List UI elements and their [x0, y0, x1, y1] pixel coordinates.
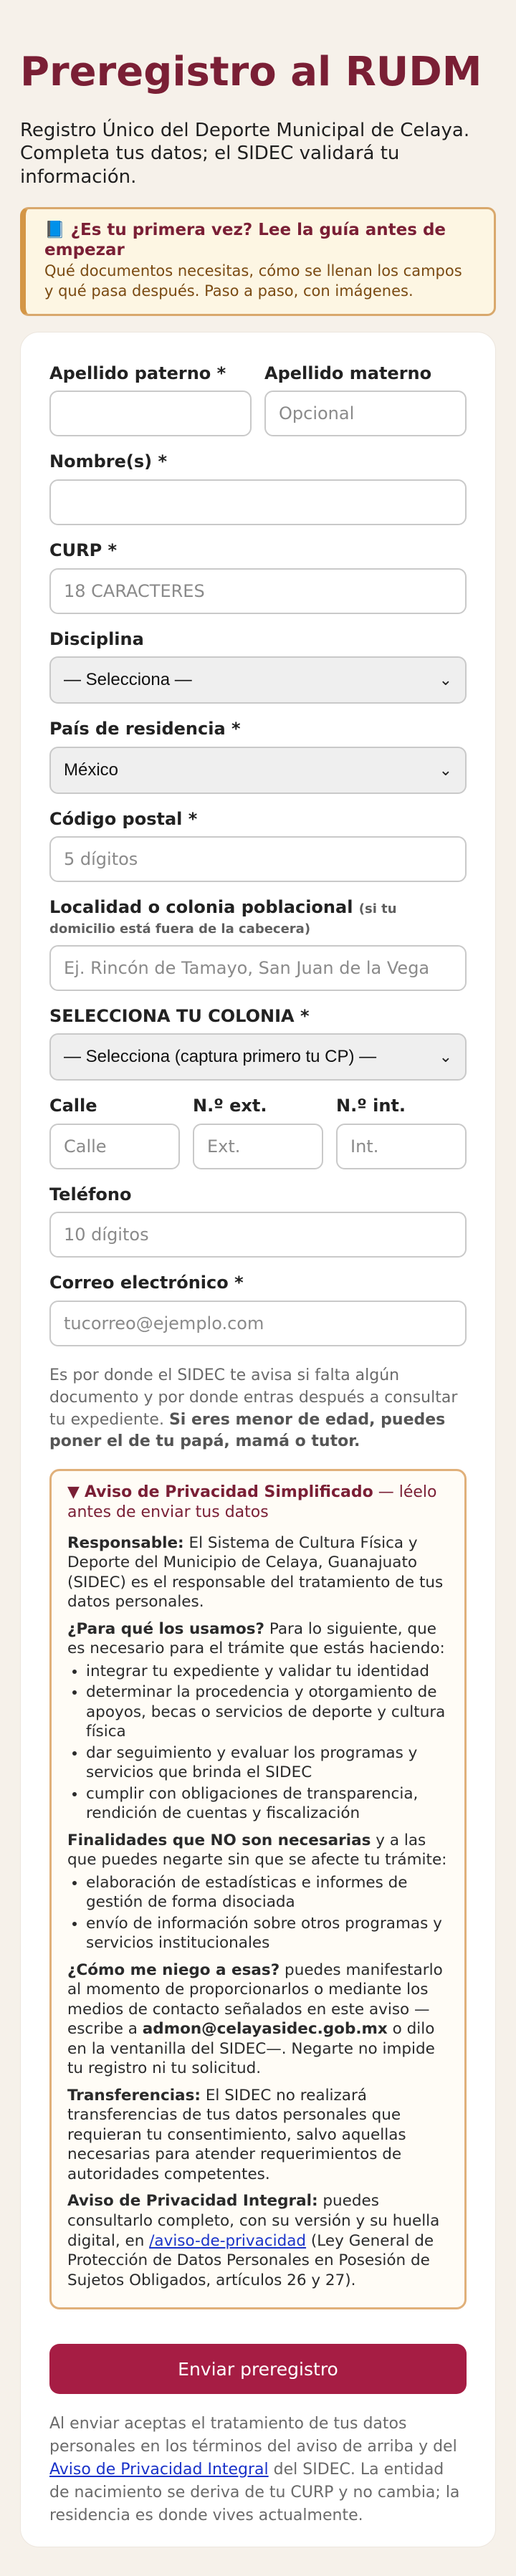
privacy-integral-footnote-link[interactable]: Aviso de Privacidad Integral	[49, 2461, 269, 2479]
colonia-select[interactable]: — Selecciona (captura primero tu CP) — ⌄	[49, 1033, 467, 1081]
list-item: dar seguimiento y evaluar los programas …	[86, 1743, 449, 1783]
privacy-transferencias: Transferencias: El SIDEC no realizará tr…	[67, 2086, 449, 2185]
list-item: elaboración de estadísticas e informes d…	[86, 1873, 449, 1912]
email-note: Es por donde el SIDEC te avisa si falta …	[49, 1365, 467, 1453]
ext-label: N.º ext.	[193, 1096, 267, 1116]
submit-button[interactable]: Enviar preregistro	[49, 2344, 467, 2395]
cp-label: Código postal *	[49, 808, 198, 829]
privacy-summary-toggle[interactable]: ▼ Aviso de Privacidad Simplificado — lée…	[67, 1483, 449, 1523]
apellido-materno-input[interactable]	[264, 391, 467, 437]
privacy-integral: Aviso de Privacidad Integral: puedes con…	[67, 2191, 449, 2290]
privacy-summary-title: Aviso de Privacidad Simplificado	[84, 1483, 373, 1502]
privacy-integral-link[interactable]: /aviso-de-privacidad	[149, 2232, 306, 2250]
chevron-down-icon: ⌄	[439, 671, 452, 689]
privacy-transferencias-label: Transferencias:	[67, 2086, 201, 2105]
privacy-negar-label: ¿Cómo me niego a esas?	[67, 1960, 280, 1979]
guide-link[interactable]: 📘 ¿Es tu primera vez? Lee la guía antes …	[20, 207, 496, 316]
apellido-materno-label: Apellido materno	[264, 363, 432, 383]
telefono-input[interactable]	[49, 1212, 467, 1258]
guide-text: Qué documentos necesitas, cómo se llenan…	[44, 262, 462, 300]
localidad-label-text: Localidad o colonia poblacional	[49, 897, 353, 918]
privacy-responsable-label: Responsable:	[67, 1533, 184, 1552]
localidad-input[interactable]	[49, 944, 467, 991]
colonia-selected: — Selecciona (captura primero tu CP) —	[64, 1047, 377, 1067]
contact-email: admon@celayasidec.gob.mx	[142, 2020, 388, 2039]
guide-title: ¿Es tu primera vez? Lee la guía antes de…	[44, 221, 446, 259]
list-item: envío de información sobre otros program…	[86, 1914, 449, 1953]
list-item: cumplir con obligaciones de transparenci…	[86, 1784, 449, 1824]
page: Preregistro al RUDM Registro Único del D…	[0, 0, 516, 2576]
privacy-no-necesarias-list: elaboración de estadísticas e informes d…	[67, 1873, 449, 1953]
disciplina-select[interactable]: — Selecciona — ⌄	[49, 656, 467, 704]
disciplina-label: Disciplina	[49, 628, 144, 649]
cp-input[interactable]	[49, 836, 467, 883]
nombres-input[interactable]	[49, 479, 467, 526]
localidad-label: Localidad o colonia poblacional (si tu d…	[49, 898, 467, 937]
list-item: integrar tu expediente y validar tu iden…	[86, 1662, 449, 1682]
footnote-text: Al enviar aceptas el tratamiento de tus …	[49, 2415, 457, 2456]
privacy-no-necesarias-label: Finalidades que NO son necesarias	[67, 1831, 371, 1849]
privacy-uso-label: ¿Para qué los usamos?	[67, 1619, 264, 1638]
privacy-integral-label: Aviso de Privacidad Integral:	[67, 2192, 318, 2211]
pais-label: País de residencia *	[49, 719, 241, 739]
pais-select[interactable]: México ⌄	[49, 746, 467, 794]
privacy-negar: ¿Cómo me niego a esas? puedes manifestar…	[67, 1960, 449, 2079]
list-item: determinar la procedencia y otorgamiento…	[86, 1682, 449, 1742]
telefono-label: Teléfono	[49, 1184, 132, 1205]
int-label: N.º int.	[336, 1096, 406, 1116]
curp-label: CURP *	[49, 540, 118, 561]
pais-selected: México	[64, 760, 119, 780]
calle-input[interactable]	[49, 1123, 180, 1169]
colonia-label: SELECCIONA TU COLONIA *	[49, 1005, 310, 1026]
chevron-down-icon: ⌄	[439, 760, 452, 779]
ext-input[interactable]	[193, 1123, 323, 1169]
correo-input[interactable]	[49, 1301, 467, 1346]
privacy-responsable: Responsable: El Sistema de Cultura Físic…	[67, 1533, 449, 1612]
privacy-notice: ▼ Aviso de Privacidad Simplificado — lée…	[49, 1469, 467, 2310]
calle-label: Calle	[49, 1096, 97, 1116]
apellido-paterno-label: Apellido paterno *	[49, 363, 226, 383]
footnote: Al enviar aceptas el tratamiento de tus …	[49, 2413, 467, 2527]
curp-input[interactable]	[49, 568, 467, 614]
privacy-uso: ¿Para qué los usamos? Para lo siguiente,…	[67, 1619, 449, 1659]
correo-label: Correo electrónico *	[49, 1273, 244, 1293]
chevron-down-icon: ⌄	[439, 1048, 452, 1066]
apellido-paterno-input[interactable]	[49, 391, 252, 437]
int-input[interactable]	[336, 1123, 467, 1169]
intro-text: Registro Único del Deporte Municipal de …	[20, 119, 470, 188]
triangle-down-icon: ▼	[67, 1483, 80, 1502]
privacy-usos-list: integrar tu expediente y validar tu iden…	[67, 1662, 449, 1824]
disciplina-selected: — Selecciona —	[64, 670, 192, 690]
page-title: Preregistro al RUDM	[20, 49, 482, 95]
book-icon: 📘	[44, 221, 65, 240]
form-card: Apellido paterno * Apellido materno Nomb…	[20, 331, 496, 2547]
nombres-label: Nombre(s) *	[49, 451, 168, 472]
privacy-no-necesarias: Finalidades que NO son necesarias y a la…	[67, 1831, 449, 1870]
